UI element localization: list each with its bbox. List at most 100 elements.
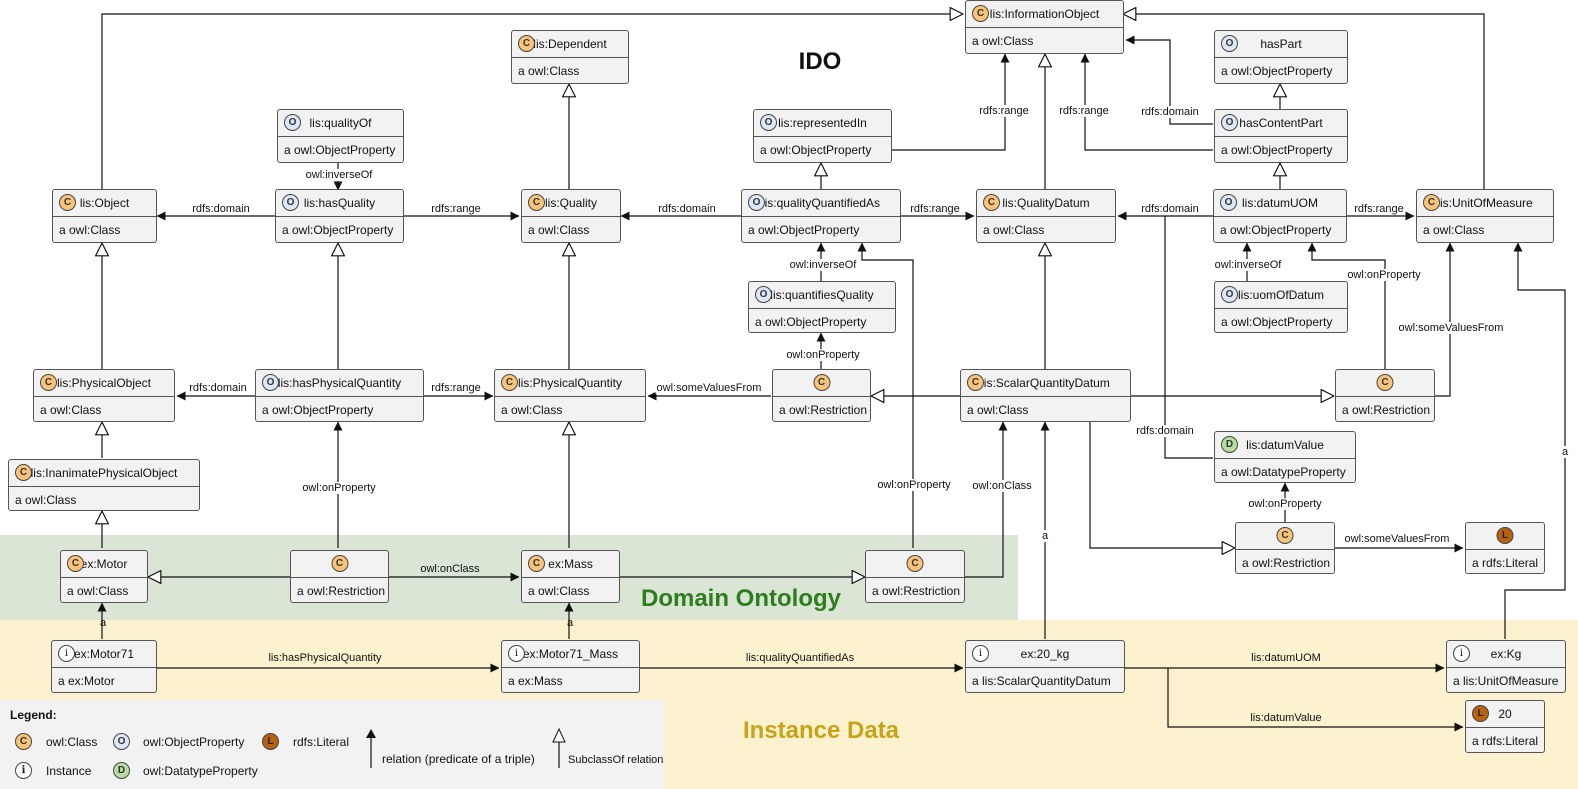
- class-icon: C: [518, 35, 535, 52]
- node-restriction-motor[interactable]: C a owl:Restriction: [290, 550, 389, 603]
- object-property-icon: O: [282, 194, 299, 211]
- node-type: a owl:Class: [967, 402, 1029, 417]
- node-value-20[interactable]: L 20 a rdfs:Literal: [1465, 700, 1545, 753]
- node-name: lis:uomOfDatum: [1237, 288, 1325, 302]
- node-datum-value[interactable]: Dlis:datumValue a owl:DatatypeProperty: [1214, 431, 1356, 483]
- subclass-triangle-icon: [552, 728, 566, 768]
- class-icon: C: [1376, 374, 1394, 391]
- label-rdfs-domain: rdfs:domain: [1140, 106, 1200, 118]
- node-quality-datum[interactable]: Clis:QualityDatum a owl:Class: [976, 189, 1116, 243]
- label-inverse-of: owl:inverseOf: [304, 169, 374, 181]
- object-property-icon: O: [1220, 194, 1237, 211]
- node-name: lis:representedIn: [778, 116, 867, 130]
- node-scalar-quantity-datum[interactable]: Clis:ScalarQuantityDatum a owl:Class: [960, 369, 1131, 422]
- node-physical-quantity[interactable]: Clis:PhysicalQuantity a owl:Class: [494, 369, 646, 422]
- legend-literal: rdfs:Literal: [293, 735, 350, 749]
- label-a: a: [1040, 530, 1050, 542]
- node-has-quality[interactable]: Olis:hasQuality a owl:ObjectProperty: [275, 189, 404, 243]
- node-physical-object[interactable]: Clis:PhysicalObject a owl:Class: [33, 369, 175, 422]
- node-type: a owl:ObjectProperty: [760, 142, 872, 157]
- node-uom-of-datum[interactable]: Olis:uomOfDatum a owl:ObjectProperty: [1214, 281, 1348, 333]
- node-name: lis:ScalarQuantityDatum: [981, 376, 1110, 390]
- legend-datatype-property: owl:DatatypeProperty: [143, 764, 258, 778]
- class-icon: C: [40, 374, 57, 391]
- node-datum-uom[interactable]: Olis:datumUOM a owl:ObjectProperty: [1213, 189, 1347, 243]
- edge-restrmass-onclass: [963, 421, 1008, 578]
- node-unit-of-measure[interactable]: Clis:UnitOfMeasure a owl:Class: [1416, 189, 1554, 243]
- node-restriction-pq[interactable]: C a owl:Restriction: [772, 369, 871, 422]
- label-rdfs-range: rdfs:range: [1353, 203, 1405, 215]
- node-name: lis:PhysicalQuantity: [517, 376, 623, 390]
- class-icon: C: [59, 194, 76, 211]
- edge-dv-domain: [1164, 216, 1213, 459]
- node-kg[interactable]: i ex:Kg a lis:UnitOfMeasure: [1446, 640, 1566, 693]
- literal-icon: L: [262, 733, 279, 750]
- node-restriction-uom[interactable]: C a owl:Restriction: [1335, 369, 1435, 422]
- node-quality-of[interactable]: Olis:qualityOf a owl:ObjectProperty: [277, 109, 404, 163]
- object-property-icon: O: [755, 286, 772, 303]
- node-motor71-mass[interactable]: i ex:Motor71_Mass a ex:Mass: [501, 640, 640, 693]
- node-type: a ex:Mass: [508, 673, 563, 688]
- legend-instance: Instance: [46, 764, 92, 778]
- label-has-physical-quantity: lis:hasPhysicalQuantity: [268, 652, 382, 664]
- node-name: lis:InanimatePhysicalObject: [30, 466, 178, 480]
- node-quantifies-quality[interactable]: Olis:quantifiesQuality a owl:ObjectPrope…: [748, 281, 896, 333]
- node-type: a lis:ScalarQuantityDatum: [972, 673, 1111, 688]
- node-motor[interactable]: Cex:Motor a owl:Class: [60, 550, 148, 603]
- literal-icon: L: [1496, 527, 1514, 544]
- label-a: a: [1560, 446, 1570, 458]
- instance-data-title: Instance Data: [742, 717, 900, 744]
- node-type: a owl:Class: [983, 222, 1045, 237]
- node-dependent[interactable]: Clis:Dependent a owl:Class: [511, 30, 629, 84]
- node-information-object[interactable]: Clis:InformationObject a owl:Class: [965, 0, 1124, 54]
- node-restriction-mass[interactable]: C a owl:Restriction: [865, 550, 965, 603]
- object-property-icon: O: [262, 374, 279, 391]
- datatype-property-icon: D: [113, 762, 130, 779]
- node-has-part[interactable]: OhasPart a owl:ObjectProperty: [1214, 30, 1348, 84]
- node-20-kg[interactable]: i ex:20_kg a lis:ScalarQuantityDatum: [965, 640, 1125, 693]
- node-inanimate-physical-object[interactable]: Clis:InanimatePhysicalObject a owl:Class: [8, 459, 200, 511]
- label-on-property: owl:onProperty: [301, 482, 377, 494]
- label-rdfs-domain: rdfs:domain: [191, 203, 251, 215]
- node-represented-in[interactable]: Olis:representedIn a owl:ObjectProperty: [753, 109, 892, 163]
- node-type: a owl:ObjectProperty: [755, 314, 867, 329]
- node-name: lis:qualityOf: [309, 116, 372, 130]
- label-rdfs-range: rdfs:range: [430, 203, 482, 215]
- label-rdfs-range: rdfs:range: [909, 203, 961, 215]
- node-type: a ex:Motor: [58, 673, 115, 688]
- edge-restruom-svf: [1435, 242, 1455, 397]
- object-property-icon: O: [748, 194, 765, 211]
- node-has-content-part[interactable]: OhasContentPart a owl:ObjectProperty: [1214, 109, 1348, 163]
- node-has-physical-quantity[interactable]: Olis:hasPhysicalQuantity a owl:ObjectPro…: [255, 369, 424, 422]
- class-icon: C: [528, 555, 545, 572]
- label-datum-uom: lis:datumUOM: [1251, 652, 1321, 664]
- node-type: a owl:ObjectProperty: [284, 142, 396, 157]
- node-name: lis:Dependent: [533, 37, 607, 51]
- node-motor71[interactable]: i ex:Motor71 a ex:Motor: [51, 640, 157, 693]
- edge-hcp-range: [1080, 53, 1213, 151]
- node-name: lis:QualityDatum: [1002, 196, 1090, 210]
- node-type: a owl:Class: [972, 33, 1034, 48]
- node-type: a owl:ObjectProperty: [282, 222, 394, 237]
- node-mass[interactable]: Cex:Mass a owl:Class: [521, 550, 620, 603]
- object-property-icon: O: [113, 733, 130, 750]
- node-type: a owl:Class: [15, 492, 77, 507]
- node-type: a owl:Restriction: [1342, 402, 1431, 417]
- label-rdfs-range: rdfs:range: [1058, 105, 1110, 117]
- node-literal-class[interactable]: L a rdfs:Literal: [1465, 522, 1545, 574]
- label-on-property: owl:onProperty: [876, 479, 952, 491]
- node-quality[interactable]: Clis:Quality a owl:Class: [521, 189, 621, 243]
- class-icon: C: [967, 374, 984, 391]
- domain-ontology-title: Domain Ontology: [641, 585, 841, 612]
- datatype-property-icon: D: [1221, 436, 1238, 453]
- label-inverse-of: owl:inverseOf: [788, 259, 858, 271]
- node-quality-quantified-as[interactable]: Olis:qualityQuantifiedAs a owl:ObjectPro…: [741, 189, 901, 243]
- node-type: a owl:Class: [528, 222, 590, 237]
- node-restriction-literal[interactable]: C a owl:Restriction: [1235, 522, 1335, 574]
- node-name: hasContentPart: [1239, 116, 1323, 130]
- object-property-icon: O: [1221, 35, 1238, 52]
- node-name: ex:Motor: [80, 557, 128, 571]
- label-a: a: [99, 617, 107, 629]
- node-object[interactable]: Clis:Object a owl:Class: [52, 189, 157, 243]
- node-type: a owl:Class: [501, 402, 563, 417]
